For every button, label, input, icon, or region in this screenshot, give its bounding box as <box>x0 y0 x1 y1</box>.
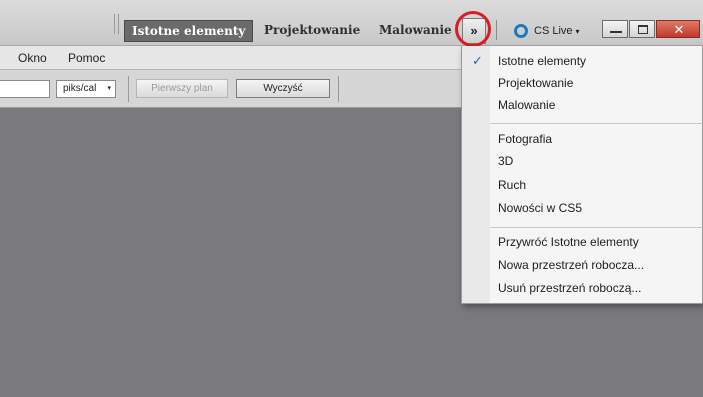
menu-item-delete-workspace[interactable]: Usuń przestrzeń roboczą... <box>498 279 641 297</box>
menu-help[interactable]: Pomoc <box>68 51 105 65</box>
menu-item-painting[interactable]: Malowanie <box>498 96 555 114</box>
cs-live-ring-icon <box>514 24 528 38</box>
minimize-button[interactable] <box>602 20 628 38</box>
menu-item-3d[interactable]: 3D <box>498 152 513 170</box>
dropdown-caret-icon: ▾ <box>107 85 111 92</box>
front-image-button[interactable]: Pierwszy plan <box>136 79 228 98</box>
menu-item-new-in-cs5[interactable]: Nowości w CS5 <box>498 199 582 217</box>
resolution-input[interactable] <box>0 80 50 98</box>
menu-item-new-workspace[interactable]: Nowa przestrzeń robocza... <box>498 256 644 274</box>
menu-gutter <box>462 46 490 303</box>
menu-item-photography[interactable]: Fotografia <box>498 130 552 148</box>
menu-window[interactable]: Okno <box>18 51 47 65</box>
maximize-button[interactable] <box>629 20 655 38</box>
workspace-dropdown-menu: ✓ Istotne elementy Projektowanie Malowan… <box>461 46 703 304</box>
workspace-design-button[interactable]: Projektowanie <box>264 20 360 42</box>
workspace-switcher-bar: Istotne elementy Projektowanie Malowanie… <box>0 0 703 47</box>
clear-button[interactable]: Wyczyść <box>236 79 330 98</box>
minimize-icon <box>610 31 622 33</box>
options-separator <box>338 76 339 102</box>
close-button[interactable]: ✕ <box>656 20 700 38</box>
workspace-essentials-button[interactable]: Istotne elementy <box>124 20 254 42</box>
menu-item-reset-essentials[interactable]: Przywróć Istotne elementy <box>498 233 639 251</box>
menu-divider <box>490 227 703 228</box>
dropdown-caret-icon: ▾ <box>575 26 580 36</box>
menu-divider <box>490 123 703 124</box>
resolution-unit-select[interactable]: piks/cal ▾ <box>56 80 116 98</box>
bar-grip-divider <box>114 14 115 34</box>
close-icon: ✕ <box>673 22 685 37</box>
bar-grip-divider <box>118 14 119 34</box>
checkmark-icon: ✓ <box>472 53 483 68</box>
unit-select-value: piks/cal <box>63 83 97 94</box>
workspace-painting-button[interactable]: Malowanie <box>379 20 452 42</box>
menu-item-design[interactable]: Projektowanie <box>498 74 573 92</box>
photoshop-window: Istotne elementy Projektowanie Malowanie… <box>0 0 703 397</box>
bar-separator <box>496 20 497 40</box>
maximize-icon <box>638 25 648 34</box>
menu-item-essentials[interactable]: Istotne elementy <box>498 52 586 70</box>
options-separator <box>128 76 129 102</box>
menu-item-motion[interactable]: Ruch <box>498 176 526 194</box>
cs-live-label: CS Live <box>534 25 573 37</box>
highlight-circle-annotation <box>455 11 491 47</box>
cs-live-menu[interactable]: CS Live ▾ <box>514 21 580 41</box>
window-controls: ✕ <box>602 20 701 38</box>
